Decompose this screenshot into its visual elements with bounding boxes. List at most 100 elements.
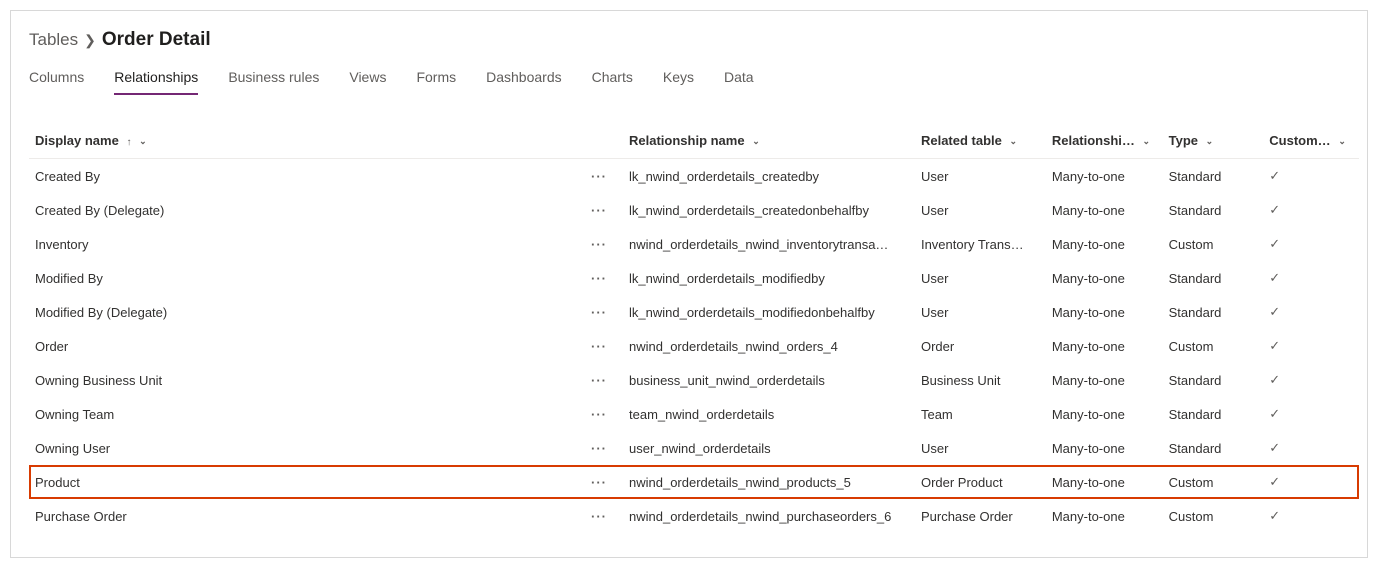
cell-customizable: ✓	[1263, 227, 1359, 261]
cell-relationship-type: Many-to-one	[1046, 465, 1163, 499]
breadcrumb-root[interactable]: Tables	[29, 30, 78, 50]
cell-related-table: Purchase Order	[915, 499, 1046, 533]
check-icon: ✓	[1269, 338, 1280, 353]
row-more-icon[interactable]: ···	[573, 465, 623, 499]
cell-display-name[interactable]: Modified By (Delegate)	[29, 295, 573, 329]
table-detail-panel: Tables ❯ Order Detail ColumnsRelationshi…	[10, 10, 1368, 558]
tab-business-rules[interactable]: Business rules	[228, 69, 319, 95]
cell-display-name[interactable]: Owning User	[29, 431, 573, 465]
tab-data[interactable]: Data	[724, 69, 754, 95]
cell-relationship-type: Many-to-one	[1046, 261, 1163, 295]
row-more-icon[interactable]: ···	[573, 193, 623, 227]
check-icon: ✓	[1269, 202, 1280, 217]
cell-type: Custom	[1163, 329, 1264, 363]
cell-display-name[interactable]: Owning Business Unit	[29, 363, 573, 397]
cell-relationship-type: Many-to-one	[1046, 499, 1163, 533]
table-row[interactable]: Modified By (Delegate)···lk_nwind_orderd…	[29, 295, 1359, 329]
cell-display-name[interactable]: Owning Team	[29, 397, 573, 431]
col-header-type[interactable]: Type ⌄	[1163, 125, 1264, 159]
col-header-relationship-type[interactable]: Relationshi… ⌄	[1046, 125, 1163, 159]
check-icon: ✓	[1269, 304, 1280, 319]
col-header-relationship-name[interactable]: Relationship name ⌄	[623, 125, 915, 159]
table-row[interactable]: Product···nwind_orderdetails_nwind_produ…	[29, 465, 1359, 499]
cell-display-name[interactable]: Inventory	[29, 227, 573, 261]
tab-views[interactable]: Views	[349, 69, 386, 95]
table-row[interactable]: Owning Team···team_nwind_orderdetailsTea…	[29, 397, 1359, 431]
col-header-display-name[interactable]: Display name ↑ ⌄	[29, 125, 573, 159]
check-icon: ✓	[1269, 508, 1280, 523]
check-icon: ✓	[1269, 406, 1280, 421]
tab-dashboards[interactable]: Dashboards	[486, 69, 562, 95]
check-icon: ✓	[1269, 270, 1280, 285]
cell-relationship-name: lk_nwind_orderdetails_createdonbehalfby	[623, 193, 915, 227]
col-header-customizable[interactable]: Custom… ⌄	[1263, 125, 1359, 159]
breadcrumb-current: Order Detail	[102, 29, 211, 51]
cell-customizable: ✓	[1263, 499, 1359, 533]
row-more-icon[interactable]: ···	[573, 397, 623, 431]
table-row[interactable]: Purchase Order···nwind_orderdetails_nwin…	[29, 499, 1359, 533]
tab-relationships[interactable]: Relationships	[114, 69, 198, 95]
row-more-icon[interactable]: ···	[573, 295, 623, 329]
cell-related-table: User	[915, 159, 1046, 194]
cell-relationship-name: nwind_orderdetails_nwind_products_5	[623, 465, 915, 499]
cell-relationship-name: nwind_orderdetails_nwind_orders_4	[623, 329, 915, 363]
cell-customizable: ✓	[1263, 261, 1359, 295]
table-row[interactable]: Owning Business Unit···business_unit_nwi…	[29, 363, 1359, 397]
cell-display-name[interactable]: Modified By	[29, 261, 573, 295]
cell-relationship-name: business_unit_nwind_orderdetails	[623, 363, 915, 397]
cell-type: Standard	[1163, 193, 1264, 227]
cell-relationship-name: lk_nwind_orderdetails_modifiedonbehalfby	[623, 295, 915, 329]
chevron-down-icon[interactable]: ⌄	[1338, 136, 1346, 147]
table-row[interactable]: Modified By···lk_nwind_orderdetails_modi…	[29, 261, 1359, 295]
cell-related-table: User	[915, 431, 1046, 465]
cell-display-name[interactable]: Order	[29, 329, 573, 363]
cell-display-name[interactable]: Created By	[29, 159, 573, 194]
tab-forms[interactable]: Forms	[416, 69, 456, 95]
cell-relationship-name: lk_nwind_orderdetails_modifiedby	[623, 261, 915, 295]
row-more-icon[interactable]: ···	[573, 227, 623, 261]
row-more-icon[interactable]: ···	[573, 363, 623, 397]
tab-keys[interactable]: Keys	[663, 69, 694, 95]
cell-type: Standard	[1163, 363, 1264, 397]
cell-type: Standard	[1163, 397, 1264, 431]
cell-related-table: User	[915, 295, 1046, 329]
cell-customizable: ✓	[1263, 159, 1359, 194]
cell-customizable: ✓	[1263, 363, 1359, 397]
table-row[interactable]: Created By···lk_nwind_orderdetails_creat…	[29, 159, 1359, 194]
cell-customizable: ✓	[1263, 295, 1359, 329]
cell-related-table: User	[915, 193, 1046, 227]
cell-customizable: ✓	[1263, 431, 1359, 465]
check-icon: ✓	[1269, 372, 1280, 387]
chevron-down-icon[interactable]: ⌄	[1143, 136, 1151, 147]
cell-relationship-name: team_nwind_orderdetails	[623, 397, 915, 431]
row-more-icon[interactable]: ···	[573, 431, 623, 465]
cell-type: Custom	[1163, 499, 1264, 533]
tab-charts[interactable]: Charts	[592, 69, 633, 95]
row-more-icon[interactable]: ···	[573, 159, 623, 194]
row-more-icon[interactable]: ···	[573, 261, 623, 295]
cell-display-name[interactable]: Created By (Delegate)	[29, 193, 573, 227]
chevron-down-icon[interactable]: ⌄	[1010, 136, 1018, 147]
row-more-icon[interactable]: ···	[573, 499, 623, 533]
chevron-down-icon[interactable]: ⌄	[139, 136, 147, 147]
chevron-down-icon[interactable]: ⌄	[1206, 136, 1214, 147]
table-row[interactable]: Created By (Delegate)···lk_nwind_orderde…	[29, 193, 1359, 227]
table-row[interactable]: Order···nwind_orderdetails_nwind_orders_…	[29, 329, 1359, 363]
cell-display-name[interactable]: Purchase Order	[29, 499, 573, 533]
tab-columns[interactable]: Columns	[29, 69, 84, 95]
cell-relationship-type: Many-to-one	[1046, 227, 1163, 261]
cell-type: Custom	[1163, 227, 1264, 261]
row-more-icon[interactable]: ···	[573, 329, 623, 363]
cell-display-name[interactable]: Product	[29, 465, 573, 499]
relationships-table-wrap: Display name ↑ ⌄ Relationship name ⌄ Rel…	[11, 95, 1367, 533]
cell-related-table: Order	[915, 329, 1046, 363]
check-icon: ✓	[1269, 474, 1280, 489]
table-row[interactable]: Owning User···user_nwind_orderdetailsUse…	[29, 431, 1359, 465]
relationships-table: Display name ↑ ⌄ Relationship name ⌄ Rel…	[29, 125, 1359, 533]
check-icon: ✓	[1269, 440, 1280, 455]
table-row[interactable]: Inventory···nwind_orderdetails_nwind_inv…	[29, 227, 1359, 261]
chevron-down-icon[interactable]: ⌄	[752, 136, 760, 147]
cell-relationship-type: Many-to-one	[1046, 363, 1163, 397]
col-header-related-table[interactable]: Related table ⌄	[915, 125, 1046, 159]
cell-relationship-name: nwind_orderdetails_nwind_inventorytransa…	[623, 227, 915, 261]
